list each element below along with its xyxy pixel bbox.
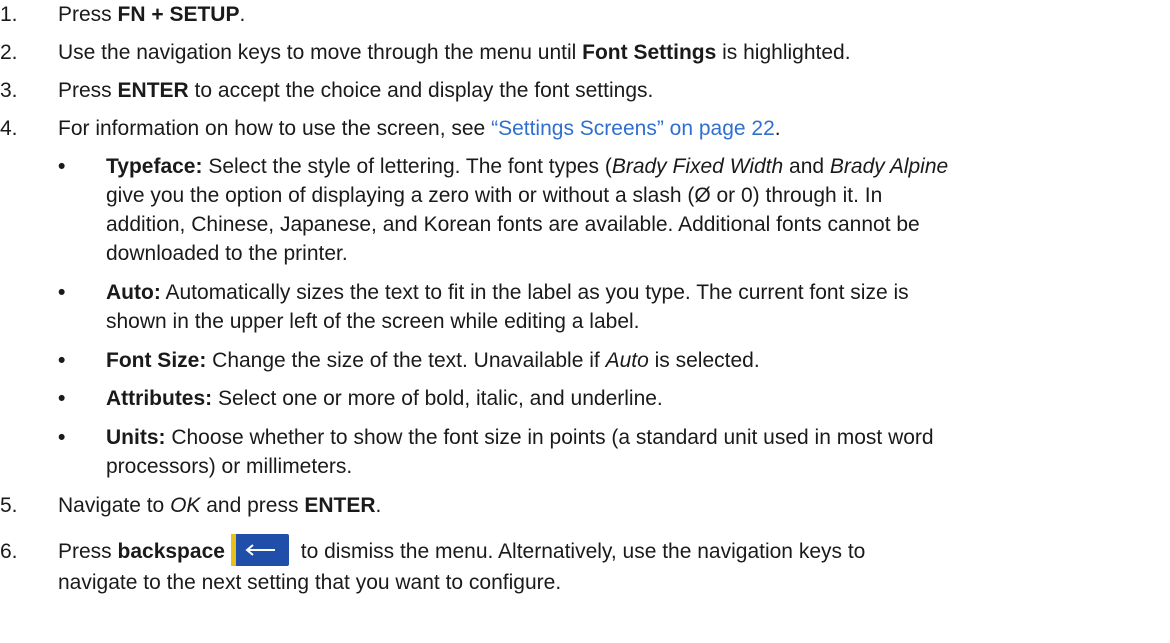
step-text: Navigate to OK and press ENTER. xyxy=(58,491,1130,520)
bold-text: ENTER xyxy=(117,79,189,102)
bullet-symbol: • xyxy=(58,155,66,178)
step-number: 4. xyxy=(0,117,18,140)
step-number: 2. xyxy=(0,41,18,64)
bullet-symbol: • xyxy=(58,281,66,304)
italic-text: OK xyxy=(170,494,201,517)
step-number: 3. xyxy=(0,79,18,102)
bold-text: Typeface: xyxy=(106,155,203,178)
text-run: Select the style of lettering. The font … xyxy=(202,155,612,178)
step-text: Press backspace to dismiss the menu. Alt… xyxy=(58,534,1130,598)
text-run: Press xyxy=(58,79,118,102)
bullet-symbol: • xyxy=(58,349,66,372)
text-run: For information on how to use the screen… xyxy=(58,117,492,140)
bold-text: Attributes: xyxy=(106,387,213,410)
text-run: Use the navigation keys to move through … xyxy=(58,41,583,64)
bullet-symbol: • xyxy=(58,387,66,410)
step-number: 5. xyxy=(0,494,18,517)
text-run: . xyxy=(774,117,781,140)
step-number: 1. xyxy=(0,3,18,26)
text-run: is highlighted. xyxy=(716,41,851,64)
text-run: to accept the choice and display the fon… xyxy=(188,79,654,102)
italic-text: Auto xyxy=(605,349,649,372)
text-run: and press xyxy=(200,494,305,517)
bullet-text: Font Size: Change the size of the text. … xyxy=(106,346,1168,375)
text-run: Automatically sizes the text to fit in t… xyxy=(160,281,909,304)
bullet-text: Units: Choose whether to show the font s… xyxy=(106,423,1168,481)
italic-text: Brady Fixed Width xyxy=(611,155,784,178)
text-run: Select one or more of bold, italic, and … xyxy=(212,387,663,410)
text-run: is selected. xyxy=(648,349,760,372)
text-run: Change the size of the text. Unavailable… xyxy=(206,349,606,372)
text-run: processors) or millimeters. xyxy=(106,455,353,478)
text-run: downloaded to the printer. xyxy=(106,242,348,265)
bold-text: Units: xyxy=(106,426,166,449)
bullet-symbol: • xyxy=(58,426,66,449)
step-text: For information on how to use the screen… xyxy=(58,114,1130,143)
step-text: Use the navigation keys to move through … xyxy=(58,38,1130,67)
bold-text: FN + SETUP xyxy=(117,3,240,26)
bullet-text: Typeface: Select the style of lettering.… xyxy=(106,152,1168,268)
italic-text: Brady Alpine xyxy=(829,155,949,178)
text-run: . xyxy=(239,3,246,26)
text-run: Navigate to xyxy=(58,494,171,517)
text-run: to dismiss the menu. Alternatively, use … xyxy=(294,540,866,563)
bold-text: Font Settings xyxy=(582,41,717,64)
bullet-text: Auto: Automatically sizes the text to fi… xyxy=(106,278,1168,336)
step-text: Press ENTER to accept the choice and dis… xyxy=(58,76,1130,105)
text-run: Press xyxy=(58,540,118,563)
step-number: 6. xyxy=(0,540,18,563)
bold-text: Auto: xyxy=(106,281,161,304)
text-run: give you the option of displaying a zero… xyxy=(106,184,883,207)
text-run: shown in the upper left of the screen wh… xyxy=(106,310,640,333)
bold-text: backspace xyxy=(117,540,225,563)
instruction-page: 1. Press FN + SETUP. 2. Use the navigati… xyxy=(0,0,1170,643)
backspace-key-icon xyxy=(230,534,289,567)
text-run: and xyxy=(783,155,830,178)
text-run: addition, Chinese, Japanese, and Korean … xyxy=(106,213,920,236)
text-run: . xyxy=(375,494,382,517)
bold-text: ENTER xyxy=(304,494,376,517)
text-run: navigate to the next setting that you wa… xyxy=(58,571,562,594)
cross-reference-link[interactable]: “Settings Screens” on page 22 xyxy=(491,117,775,140)
bullet-text: Attributes: Select one or more of bold, … xyxy=(106,384,1168,413)
step-text: Press FN + SETUP. xyxy=(58,0,1130,29)
bold-text: Font Size: xyxy=(106,349,207,372)
text-run: Press xyxy=(58,3,118,26)
text-run: Choose whether to show the font size in … xyxy=(165,426,934,449)
